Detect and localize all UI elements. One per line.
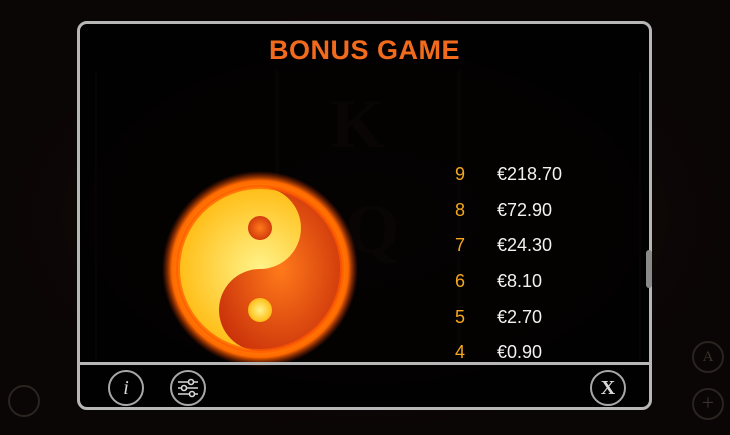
pay-count: 5 [455,306,466,327]
paytable-row: 9 €218.70 [455,157,562,193]
sliders-icon [178,378,198,398]
background-menu-icon [8,385,40,417]
paytable-row: 7 €24.30 [455,228,562,264]
pay-count: 6 [455,271,466,292]
settings-button[interactable] [170,370,206,406]
paytable-row: 8 €72.90 [455,193,562,229]
paytable-row: 4 €0.90 [455,335,562,371]
footer-divider [80,362,649,365]
yin-yang-sun-icon [162,171,358,367]
bonus-game-dialog: BONUS GAME 9 €218.70 8 €72.90 7 €24.30 6… [77,21,652,410]
pay-count: 9 [455,164,466,185]
pay-count: 7 [455,235,466,256]
pay-value: €2.70 [497,306,543,327]
dialog-title: BONUS GAME [268,35,460,65]
pay-value: €8.10 [497,271,543,292]
close-icon: X [600,376,616,399]
info-button[interactable]: i [108,370,144,406]
side-button-plus: + [692,388,724,420]
pay-value: €218.70 [497,164,563,185]
pay-value: €0.90 [497,342,543,363]
paytable: 9 €218.70 8 €72.90 7 €24.30 6 €8.10 5 €2… [455,157,562,371]
pay-value: €72.90 [497,199,553,220]
pay-count: 8 [455,199,466,220]
side-button-a: A [692,341,724,373]
paytable-row: 6 €8.10 [455,264,562,300]
scrollbar-thumb[interactable] [646,250,652,288]
pay-count: 4 [455,342,466,363]
yang-dot [248,298,272,322]
close-button[interactable]: X [590,370,626,406]
info-icon: i [123,376,129,399]
yin-dot [248,216,272,240]
pay-value: €24.30 [497,235,553,256]
paytable-row: 5 €2.70 [455,299,562,335]
